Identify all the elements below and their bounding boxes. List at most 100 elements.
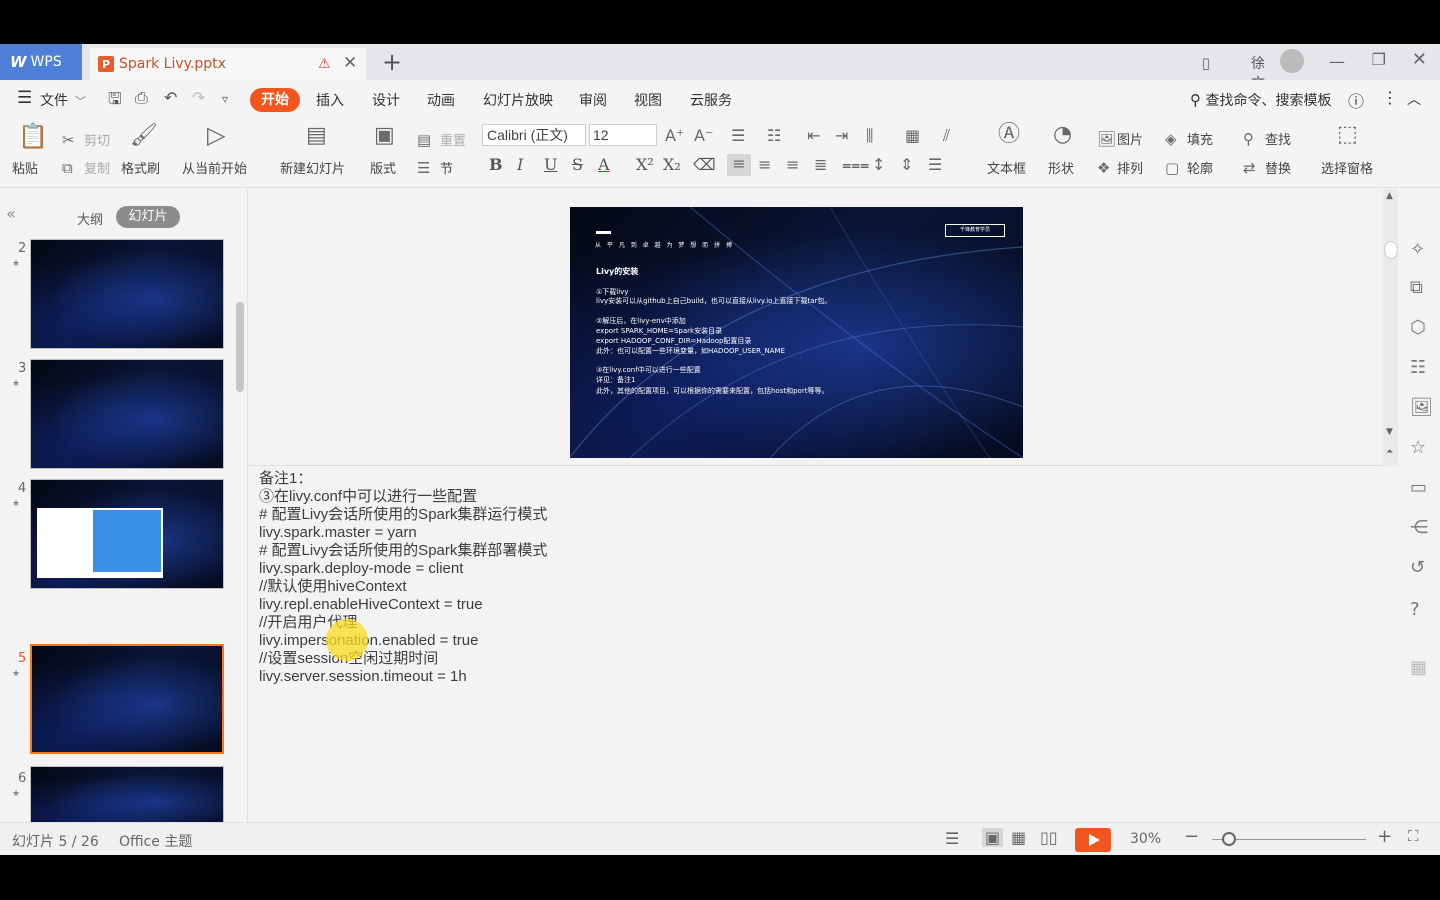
collapse-panel-icon[interactable]: « (6, 204, 16, 223)
new-slide-button[interactable]: 新建幻灯片 (280, 158, 345, 177)
fit-window-icon[interactable]: ⛶ (1408, 827, 1419, 845)
clear-format-icon[interactable]: ⌫ (693, 155, 716, 174)
tab-cloud[interactable]: 云服务 (690, 90, 732, 110)
paste-button[interactable]: 粘贴 (12, 158, 38, 177)
section-button[interactable]: 节 (440, 158, 453, 177)
tab-animation[interactable]: 动画 (427, 90, 455, 110)
scroll-down-icon[interactable]: ▼ (1386, 427, 1393, 437)
shape-icon[interactable]: ⬡ (1410, 317, 1426, 338)
speaker-notes[interactable]: 备注1： ③在livy.conf中可以进行一些配置 # 配置Livy会话所使用的… (259, 470, 547, 686)
section-icon[interactable]: ☰ (417, 158, 430, 178)
command-search[interactable]: ⚲ 查找命令、搜索模板 (1190, 90, 1331, 110)
zoom-in-icon[interactable]: + (1377, 826, 1392, 847)
settings-sliders-icon[interactable]: ☷ (1410, 357, 1426, 378)
tab-slideshow[interactable]: 幻灯片放映 (483, 90, 553, 110)
magic-icon[interactable]: ✧ (1410, 239, 1425, 260)
from-current-button[interactable]: 从当前开始 (182, 158, 247, 177)
redo-icon[interactable]: ↷ (192, 88, 205, 107)
replace-button[interactable]: 替换 (1265, 158, 1291, 177)
zoom-out-icon[interactable]: − (1184, 826, 1199, 847)
grid-icon[interactable]: ▦ (1410, 657, 1427, 678)
arrange-icon[interactable]: ❖ (1097, 158, 1110, 178)
avatar[interactable] (1280, 49, 1304, 73)
warning-icon[interactable]: ⚠ (318, 56, 331, 72)
increase-font-icon[interactable]: A⁺ (665, 126, 684, 146)
collapse-ribbon-icon[interactable]: ︿ (1407, 89, 1421, 109)
star-icon[interactable]: ☆ (1410, 437, 1426, 458)
find-icon[interactable]: ⚲ (1243, 129, 1254, 149)
strikethrough-icon[interactable]: S (572, 155, 583, 174)
subscript-icon[interactable]: X₂ (663, 155, 681, 174)
archive-icon[interactable]: ▭ (1410, 477, 1427, 498)
prev-slide-icon[interactable]: ⏶ (1386, 447, 1393, 457)
slide-thumbnail-4[interactable] (30, 479, 224, 589)
slide-scrollbar[interactable]: ▲ ▼ ⏶ (1383, 189, 1398, 466)
layout-icon[interactable]: ▣ (374, 125, 395, 147)
restore-icon[interactable]: ❐ (1372, 50, 1386, 69)
wps-home-tab[interactable]: W WPS (0, 44, 82, 80)
text-box-icon[interactable]: Ⓐ (998, 124, 1020, 146)
notes-divider[interactable] (249, 465, 1383, 466)
scroll-up-icon[interactable]: ▲ (1386, 191, 1393, 201)
align-text-icon[interactable]: ⫽ (943, 126, 950, 146)
paragraph-settings-icon[interactable]: ☰ (928, 155, 942, 175)
align-left-icon[interactable]: ≡ (727, 154, 751, 176)
copy-icon[interactable]: ⧉ (62, 158, 73, 178)
picture-button[interactable]: 图片 (1117, 129, 1143, 148)
tab-view[interactable]: 视图 (634, 90, 662, 110)
text-box-button[interactable]: 文本框 (987, 158, 1026, 177)
reading-view-icon[interactable]: ▯▯ (1040, 828, 1058, 847)
font-color-icon[interactable]: A (598, 155, 610, 174)
help-circle-icon[interactable]: ? (1410, 599, 1420, 620)
picture-icon[interactable]: 🖼 (1097, 129, 1116, 149)
image-icon[interactable]: 🖼 (1410, 397, 1433, 418)
close-tab-icon[interactable]: ✕ (343, 53, 357, 73)
bullets-icon[interactable]: ☰ (731, 126, 745, 146)
quick-access-chevron-icon[interactable]: ▿ (222, 92, 228, 106)
scroll-thumb[interactable] (1384, 241, 1398, 259)
more-icon[interactable]: ⋮ (1382, 88, 1398, 107)
layout-button[interactable]: 版式 (370, 158, 396, 177)
columns-icon[interactable]: ▦ (905, 126, 920, 146)
hamburger-menu-icon[interactable]: ☰ (17, 88, 32, 108)
close-window-icon[interactable]: ✕ (1412, 49, 1427, 70)
cut-button[interactable]: 剪切 (84, 130, 110, 149)
cut-icon[interactable]: ✂ (62, 130, 75, 150)
share-icon[interactable]: ⋲ (1410, 517, 1428, 538)
zoom-level[interactable]: 30% (1130, 831, 1161, 847)
italic-icon[interactable]: I (517, 155, 523, 174)
numbering-icon[interactable]: ☷ (767, 126, 781, 146)
format-painter-icon[interactable]: 🖌 (130, 125, 158, 147)
distributed-icon[interactable]: ⩶ (842, 155, 869, 175)
tab-outline[interactable]: 大纲 (77, 209, 103, 228)
find-button[interactable]: 查找 (1265, 129, 1291, 148)
outline-button[interactable]: 轮廓 (1187, 158, 1213, 177)
help-icon[interactable]: ⓘ (1348, 88, 1364, 112)
play-from-current-icon[interactable]: ▷ (207, 123, 225, 147)
minimize-icon[interactable]: — (1329, 52, 1345, 71)
tab-review[interactable]: 审阅 (579, 90, 607, 110)
shapes-button[interactable]: 形状 (1048, 158, 1074, 177)
slide-thumbnail-5-selected[interactable] (30, 644, 224, 754)
increase-indent-icon[interactable]: ⇥ (835, 126, 848, 146)
document-tab[interactable]: P Spark Livy.pptx ⚠ ✕ (90, 48, 366, 80)
paragraph-spacing-icon[interactable]: ⇕ (900, 155, 913, 175)
justify-icon[interactable]: ≣ (814, 155, 827, 175)
history-icon[interactable]: ↺ (1410, 557, 1425, 578)
shapes-icon[interactable]: ◔ (1053, 124, 1072, 146)
reset-button[interactable]: 重置 (440, 130, 466, 149)
format-painter-button[interactable]: 格式刷 (121, 158, 160, 177)
new-tab-icon[interactable]: + (382, 48, 402, 76)
save-icon[interactable]: 🖫 (108, 88, 122, 115)
fill-icon[interactable]: ◈ (1165, 129, 1177, 149)
align-right-icon[interactable]: ≡ (786, 155, 799, 175)
current-slide[interactable]: 从 平 凡 到 卓 越 为 梦 想 而 拼 搏 千锋教育学员 Livy的安装 ①… (570, 207, 1023, 458)
zoom-slider-handle[interactable] (1222, 832, 1236, 846)
paste-icon[interactable]: 📋 (18, 124, 48, 148)
selection-pane-button[interactable]: 选择窗格 (1321, 158, 1373, 177)
outline-icon[interactable]: ▢ (1165, 158, 1179, 178)
bold-icon[interactable]: B (489, 155, 503, 174)
slide-thumbnail-2[interactable] (30, 239, 224, 349)
transform-icon[interactable]: ⧉ (1410, 277, 1423, 298)
selection-pane-icon[interactable]: ⬚ (1337, 124, 1358, 146)
